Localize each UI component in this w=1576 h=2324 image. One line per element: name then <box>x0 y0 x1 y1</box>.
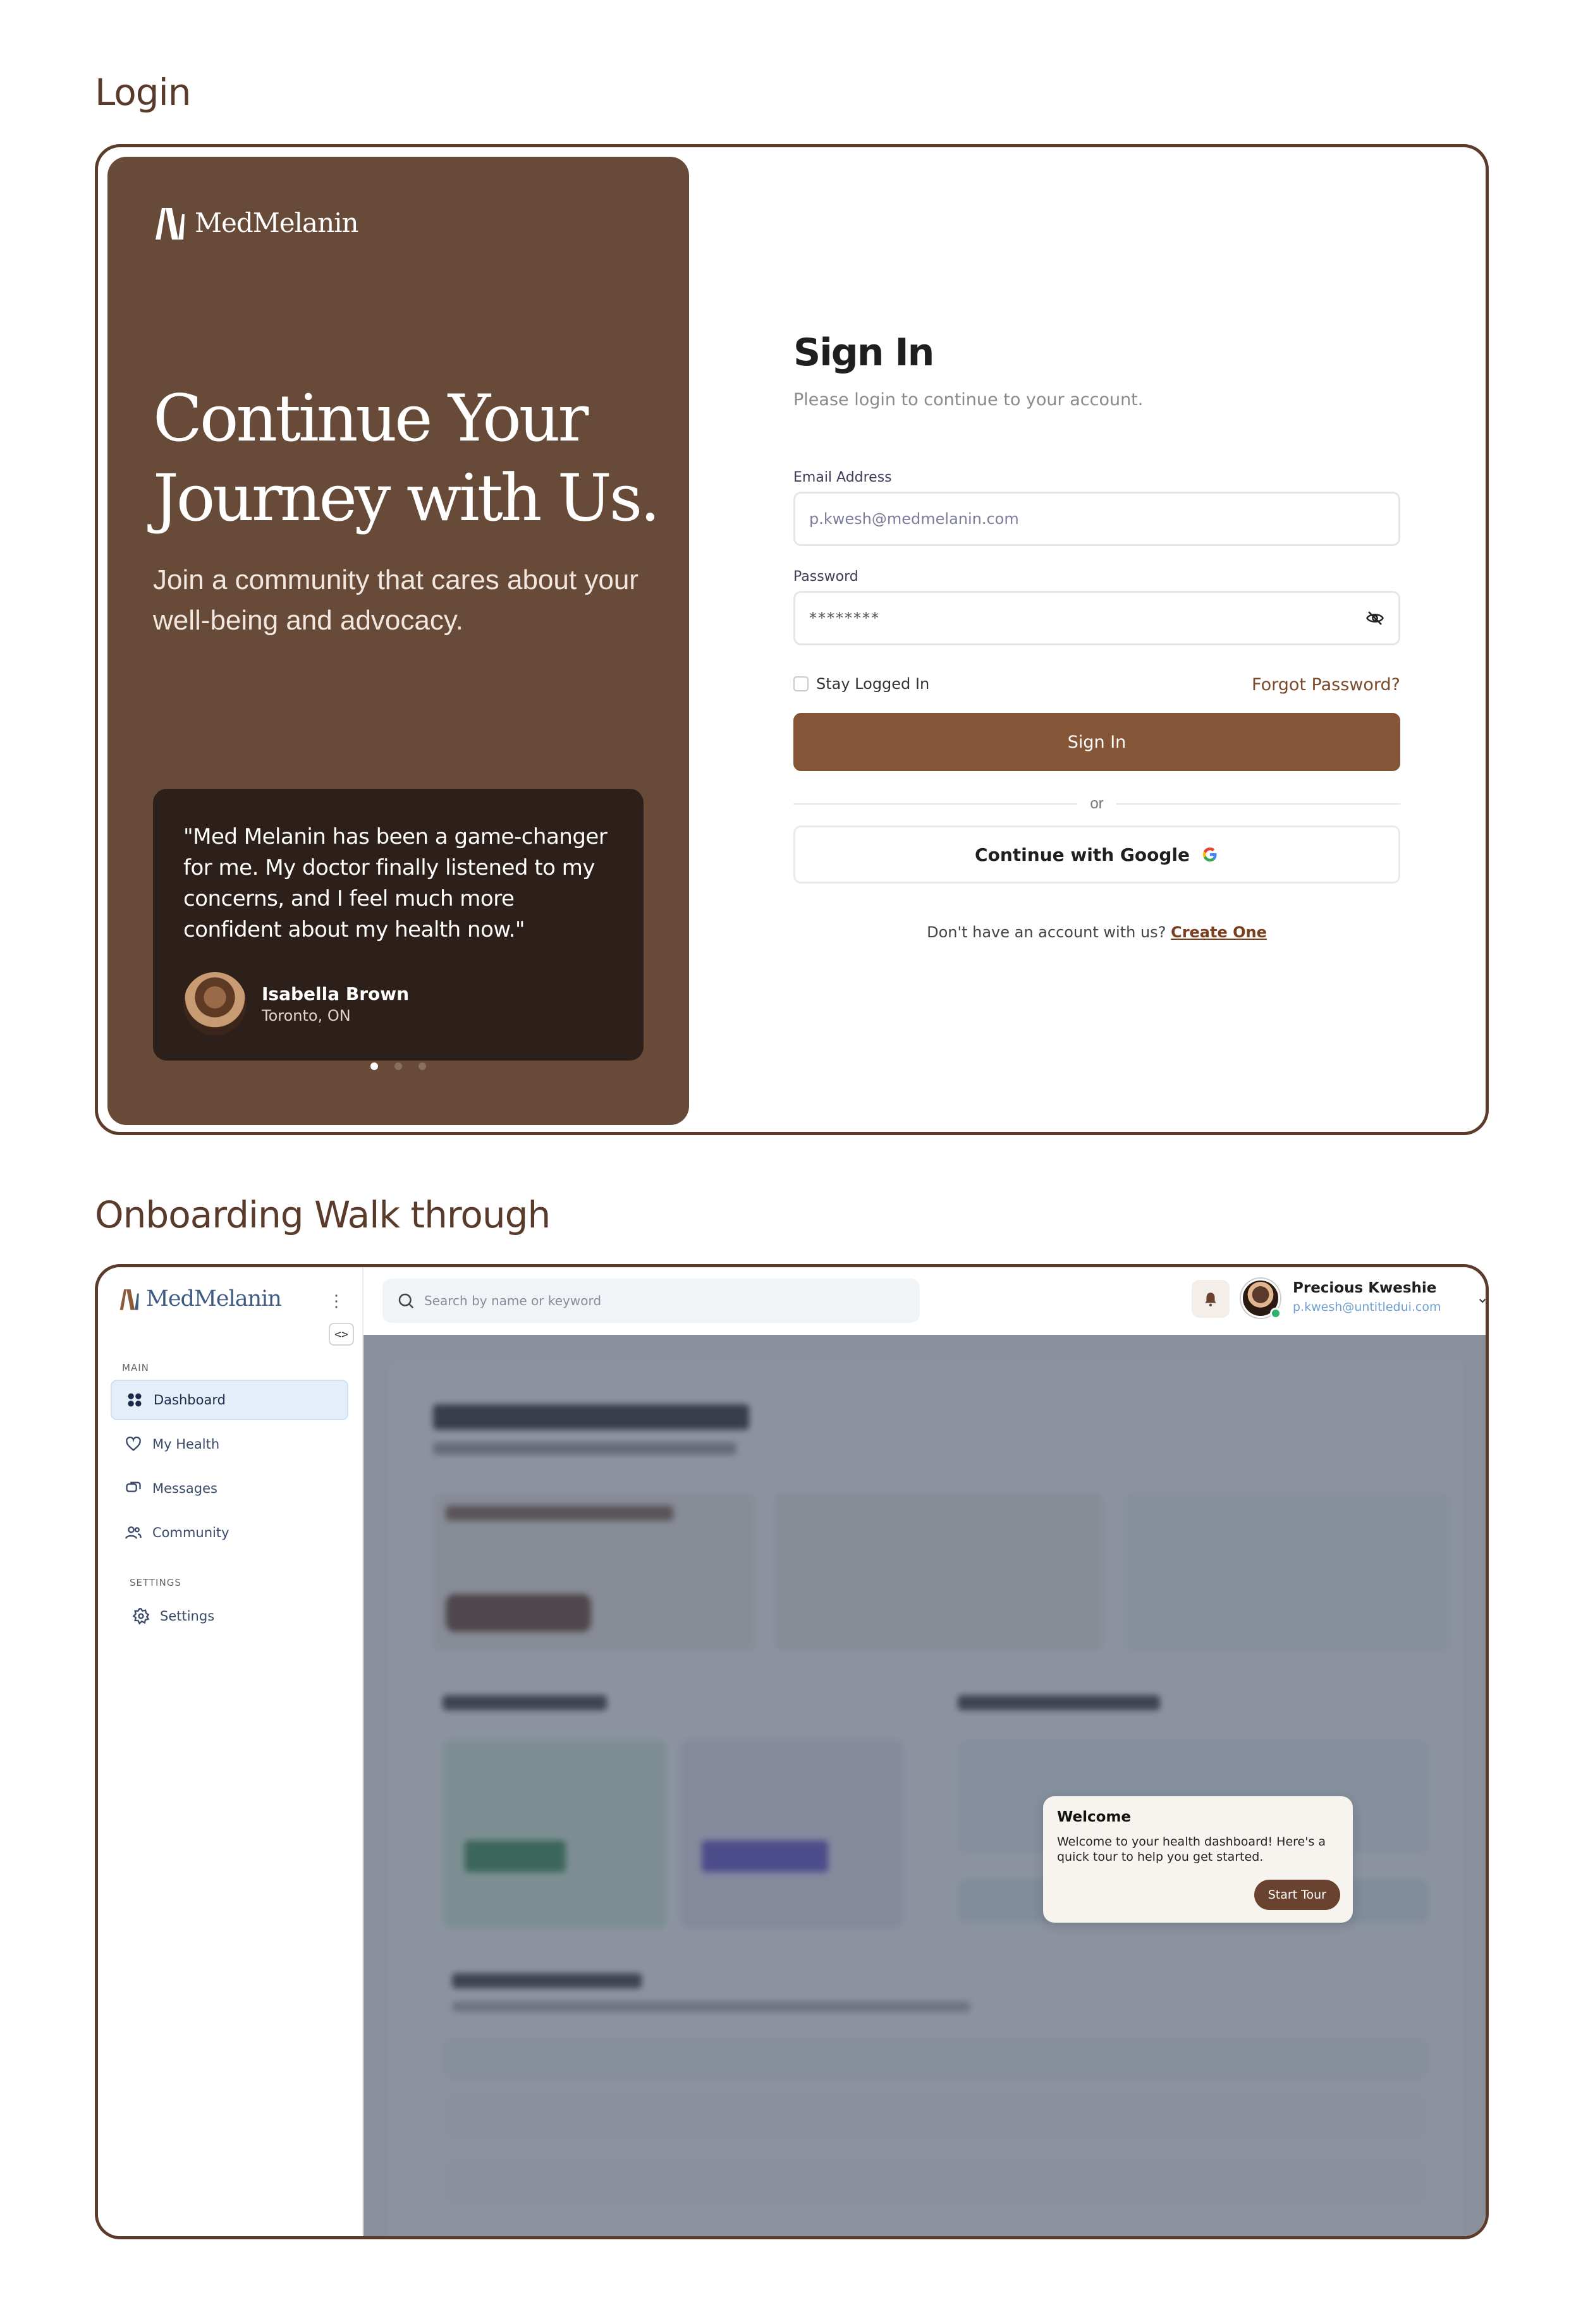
signin-form: Sign In Please login to continue to your… <box>793 331 1400 941</box>
forgot-password-link[interactable]: Forgot Password? <box>1252 675 1400 695</box>
testimonial-card: "Med Melanin has been a game-changer for… <box>153 789 644 1061</box>
sidebar-item-label: My Health <box>152 1437 220 1452</box>
no-account-text: Don't have an account with us? <box>927 923 1166 941</box>
start-tour-button[interactable]: Start Tour <box>1254 1880 1340 1910</box>
sidebar-item-label: Settings <box>160 1609 215 1624</box>
password-value: ******** <box>809 609 880 627</box>
welcome-tour-popover: Welcome Welcome to your health dashboard… <box>1043 1796 1353 1923</box>
online-status-badge <box>1270 1308 1281 1319</box>
gear-icon <box>132 1608 150 1625</box>
sidebar-item-label: Community <box>152 1525 229 1540</box>
signin-button[interactable]: Sign In <box>793 713 1400 771</box>
carousel-dot-1[interactable] <box>370 1062 378 1070</box>
brand-logo: MedMelanin <box>153 204 359 241</box>
users-icon <box>125 1526 142 1539</box>
search-input[interactable]: Search by name or keyword <box>382 1279 920 1323</box>
carousel-dots <box>107 1062 689 1070</box>
tour-title: Welcome <box>1057 1809 1132 1825</box>
email-value: p.kwesh@medmelanin.com <box>809 510 1019 528</box>
create-account-row: Don't have an account with us? Create On… <box>793 923 1400 941</box>
email-label: Email Address <box>793 470 892 485</box>
sidebar-heading-settings: SETTINGS <box>130 1577 181 1588</box>
hero-title: Continue Your Journey with Us. <box>153 381 661 536</box>
carousel-dot-3[interactable] <box>418 1062 426 1070</box>
login-frame: MedMelanin Continue Your Journey with Us… <box>95 144 1489 1135</box>
section-title-login: Login <box>95 71 191 114</box>
stay-logged-in-label: Stay Logged In <box>816 675 930 693</box>
brand-panel: MedMelanin Continue Your Journey with Us… <box>107 157 689 1125</box>
modal-overlay[interactable] <box>363 1335 1486 2236</box>
password-label: Password <box>793 569 858 585</box>
collapse-sidebar-button[interactable]: <> <box>329 1323 354 1346</box>
tour-body: Welcome to your health dashboard! Here's… <box>1057 1835 1326 1864</box>
google-signin-label: Continue with Google <box>975 844 1190 865</box>
signin-title: Sign In <box>793 331 934 375</box>
sidebar-item-messages[interactable]: Messages <box>111 1468 348 1509</box>
stay-logged-in-checkbox[interactable] <box>793 676 809 691</box>
sidebar-item-community[interactable]: Community <box>111 1512 348 1553</box>
eye-off-icon[interactable] <box>1365 609 1384 628</box>
brand-mark-icon <box>156 208 185 240</box>
user-email: p.kwesh@untitledui.com <box>1293 1300 1441 1314</box>
sidebar-brand-name: MedMelanin <box>146 1286 282 1311</box>
testimonial-quote: "Med Melanin has been a game-changer for… <box>183 824 608 942</box>
sidebar-heading-main: MAIN <box>122 1362 149 1373</box>
user-name: Precious Kweshie <box>1293 1280 1437 1296</box>
notifications-button[interactable] <box>1192 1280 1230 1318</box>
heart-icon <box>126 1436 141 1451</box>
section-title-onboarding: Onboarding Walk through <box>95 1193 551 1236</box>
author-avatar <box>183 972 247 1035</box>
sidebar-item-dashboard[interactable]: Dashboard <box>111 1380 348 1420</box>
sidebar-item-settings[interactable]: Settings <box>118 1596 356 1636</box>
brand-name: MedMelanin <box>195 207 359 238</box>
sidebar-logo[interactable]: MedMelanin <box>118 1286 282 1311</box>
onboarding-frame: MedMelanin ⋮ <> MAIN Dashboard My Health… <box>95 1264 1489 2239</box>
chevron-down-icon[interactable]: ⌄ <box>1476 1289 1486 1307</box>
google-icon <box>1202 847 1217 862</box>
top-bar: Search by name or keyword Precious Kwesh… <box>363 1267 1486 1335</box>
sidebar: MedMelanin ⋮ <> MAIN Dashboard My Health… <box>98 1267 363 2236</box>
author-name: Isabella Brown <box>262 983 410 1004</box>
create-account-link[interactable]: Create One <box>1171 923 1267 941</box>
author-location: Toronto, ON <box>262 1006 351 1025</box>
kebab-menu-icon[interactable]: ⋮ <box>328 1291 345 1311</box>
sidebar-item-my-health[interactable]: My Health <box>111 1424 348 1464</box>
password-field[interactable]: ******** <box>793 591 1400 645</box>
testimonial-author: Isabella Brown Toronto, ON <box>183 972 409 1035</box>
brand-mark-icon <box>119 1289 139 1310</box>
carousel-dot-2[interactable] <box>394 1062 402 1070</box>
signin-subtitle: Please login to continue to your account… <box>793 390 1144 410</box>
email-field[interactable]: p.kwesh@medmelanin.com <box>793 492 1400 546</box>
bell-icon <box>1205 1293 1216 1306</box>
or-label: or <box>1090 795 1104 812</box>
hero-subtitle: Join a community that cares about your w… <box>153 564 638 636</box>
stay-logged-in[interactable]: Stay Logged In <box>793 675 929 693</box>
dashboard-content: Welcome Welcome to your health dashboard… <box>363 1335 1486 2236</box>
search-icon <box>398 1293 414 1309</box>
grid-icon <box>128 1393 142 1407</box>
chat-icon <box>126 1481 141 1492</box>
search-placeholder: Search by name or keyword <box>424 1293 602 1308</box>
google-signin-button[interactable]: Continue with Google <box>793 825 1400 884</box>
sidebar-item-label: Messages <box>152 1481 217 1496</box>
or-divider: or <box>793 795 1400 813</box>
sidebar-item-label: Dashboard <box>154 1392 226 1408</box>
